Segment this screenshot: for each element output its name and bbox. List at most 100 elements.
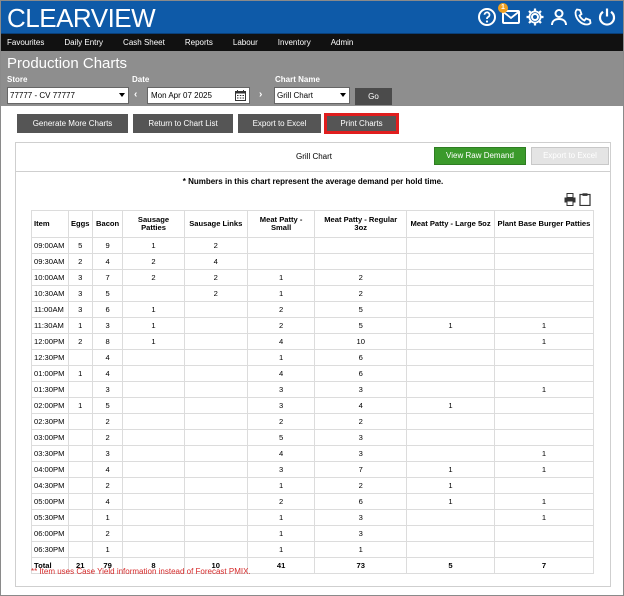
value-cell: 4 bbox=[91, 365, 124, 382]
next-date-button[interactable]: › bbox=[259, 89, 262, 101]
table-row: 10:00AM 3 7 2 2 1 2 bbox=[31, 269, 595, 286]
return-to-chart-list-button[interactable]: Return to Chart List bbox=[133, 114, 233, 133]
value-cell bbox=[314, 237, 408, 254]
value-cell bbox=[493, 253, 595, 270]
value-cell: 1 bbox=[67, 397, 93, 414]
date-value: Mon Apr 07 2025 bbox=[151, 91, 212, 100]
nav-admin[interactable]: Admin bbox=[331, 34, 354, 51]
value-cell bbox=[183, 413, 248, 430]
value-cell: 1 bbox=[246, 541, 316, 558]
value-cell: 4 bbox=[91, 253, 124, 270]
nav-favourites[interactable]: Favourites bbox=[1, 34, 44, 51]
table-row: 01:00PM 1 4 4 6 bbox=[31, 365, 595, 382]
value-cell: 1 bbox=[122, 333, 185, 350]
nav-labour[interactable]: Labour bbox=[233, 34, 258, 51]
value-cell: 2 bbox=[91, 413, 124, 430]
value-cell: 3 bbox=[91, 381, 124, 398]
value-cell: 5 bbox=[67, 237, 93, 254]
print-charts-button[interactable]: Print Charts bbox=[324, 113, 399, 134]
footnote: ** Item uses Case Yield information inst… bbox=[31, 567, 251, 576]
date-input[interactable]: Mon Apr 07 2025 bbox=[147, 87, 250, 104]
calendar-icon[interactable] bbox=[235, 90, 246, 101]
time-cell: 04:00PM bbox=[31, 461, 69, 478]
value-cell: 2 bbox=[314, 477, 408, 494]
nav-inventory[interactable]: Inventory bbox=[278, 34, 311, 51]
value-cell bbox=[122, 381, 185, 398]
phone-icon[interactable] bbox=[573, 7, 593, 27]
value-cell bbox=[493, 285, 595, 302]
value-cell bbox=[67, 541, 93, 558]
time-cell: 10:30AM bbox=[31, 285, 69, 302]
value-cell bbox=[183, 493, 248, 510]
value-cell bbox=[406, 381, 495, 398]
value-cell bbox=[406, 413, 495, 430]
clipboard-icon[interactable] bbox=[579, 193, 591, 206]
table-row: 05:00PM 4 2 6 1 1 bbox=[31, 493, 595, 510]
chart-name-select[interactable]: Grill Chart bbox=[274, 87, 350, 104]
app-window: CLEARVIEW 1 Favourites Daily Entry Cash … bbox=[0, 0, 624, 596]
total-cell: 5 bbox=[406, 557, 495, 574]
value-cell: 1 bbox=[493, 509, 595, 526]
value-cell: 3 bbox=[314, 381, 408, 398]
mail-icon[interactable]: 1 bbox=[498, 3, 521, 27]
store-select[interactable]: 77777 - CV 77777 bbox=[7, 87, 129, 104]
nav-cash-sheet[interactable]: Cash Sheet bbox=[123, 34, 165, 51]
value-cell: 1 bbox=[67, 317, 93, 334]
time-cell: 02:00PM bbox=[31, 397, 69, 414]
filter-bar: Production Charts Store 77777 - CV 77777… bbox=[1, 51, 623, 106]
power-icon[interactable] bbox=[597, 7, 617, 27]
time-cell: 11:00AM bbox=[31, 301, 69, 318]
mail-badge: 1 bbox=[498, 3, 508, 13]
help-icon[interactable] bbox=[477, 7, 497, 27]
value-cell: 7 bbox=[91, 269, 124, 286]
time-cell: 11:30AM bbox=[31, 317, 69, 334]
value-cell bbox=[183, 397, 248, 414]
go-button[interactable]: Go bbox=[355, 88, 392, 105]
value-cell: 4 bbox=[246, 333, 316, 350]
value-cell: 7 bbox=[314, 461, 408, 478]
value-cell bbox=[493, 237, 595, 254]
value-cell: 1 bbox=[406, 317, 495, 334]
view-raw-demand-button[interactable]: View Raw Demand bbox=[434, 147, 526, 165]
print-icon[interactable] bbox=[564, 193, 576, 206]
value-cell: 1 bbox=[406, 477, 495, 494]
value-cell bbox=[406, 253, 495, 270]
export-to-excel-button[interactable]: Export to Excel bbox=[238, 114, 321, 133]
value-cell: 1 bbox=[406, 461, 495, 478]
settings-icon[interactable] bbox=[525, 7, 545, 27]
value-cell bbox=[67, 493, 93, 510]
nav-reports[interactable]: Reports bbox=[185, 34, 213, 51]
user-icon[interactable] bbox=[549, 7, 569, 27]
value-cell bbox=[183, 301, 248, 318]
value-cell: 6 bbox=[314, 365, 408, 382]
value-cell: 2 bbox=[246, 301, 316, 318]
value-cell: 1 bbox=[493, 445, 595, 462]
table-row: 02:00PM 1 5 3 4 1 bbox=[31, 397, 595, 414]
value-cell bbox=[183, 317, 248, 334]
generate-more-charts-button[interactable]: Generate More Charts bbox=[17, 114, 128, 133]
value-cell: 3 bbox=[314, 525, 408, 542]
prev-date-button[interactable]: ‹ bbox=[134, 89, 137, 101]
value-cell: 6 bbox=[91, 301, 124, 318]
total-cell: 7 bbox=[493, 557, 595, 574]
value-cell bbox=[406, 525, 495, 542]
value-cell: 10 bbox=[314, 333, 408, 350]
table-row: 02:30PM 2 2 2 bbox=[31, 413, 595, 430]
value-cell bbox=[183, 509, 248, 526]
value-cell: 2 bbox=[246, 413, 316, 430]
table-row: 03:00PM 2 5 3 bbox=[31, 429, 595, 446]
value-cell: 1 bbox=[91, 541, 124, 558]
chevron-down-icon bbox=[340, 93, 346, 97]
nav-daily-entry[interactable]: Daily Entry bbox=[64, 34, 103, 51]
value-cell bbox=[493, 429, 595, 446]
store-value: 77777 - CV 77777 bbox=[10, 91, 75, 100]
action-bar: Generate More Charts Return to Chart Lis… bbox=[1, 106, 623, 138]
app-logo[interactable]: CLEARVIEW bbox=[7, 4, 156, 32]
value-cell: 1 bbox=[246, 477, 316, 494]
column-header: Plant Base Burger Patties bbox=[493, 210, 595, 238]
value-cell: 3 bbox=[314, 429, 408, 446]
time-cell: 09:30AM bbox=[31, 253, 69, 270]
value-cell: 2 bbox=[91, 477, 124, 494]
column-header: Sausage Links bbox=[183, 210, 248, 238]
time-cell: 06:00PM bbox=[31, 525, 69, 542]
